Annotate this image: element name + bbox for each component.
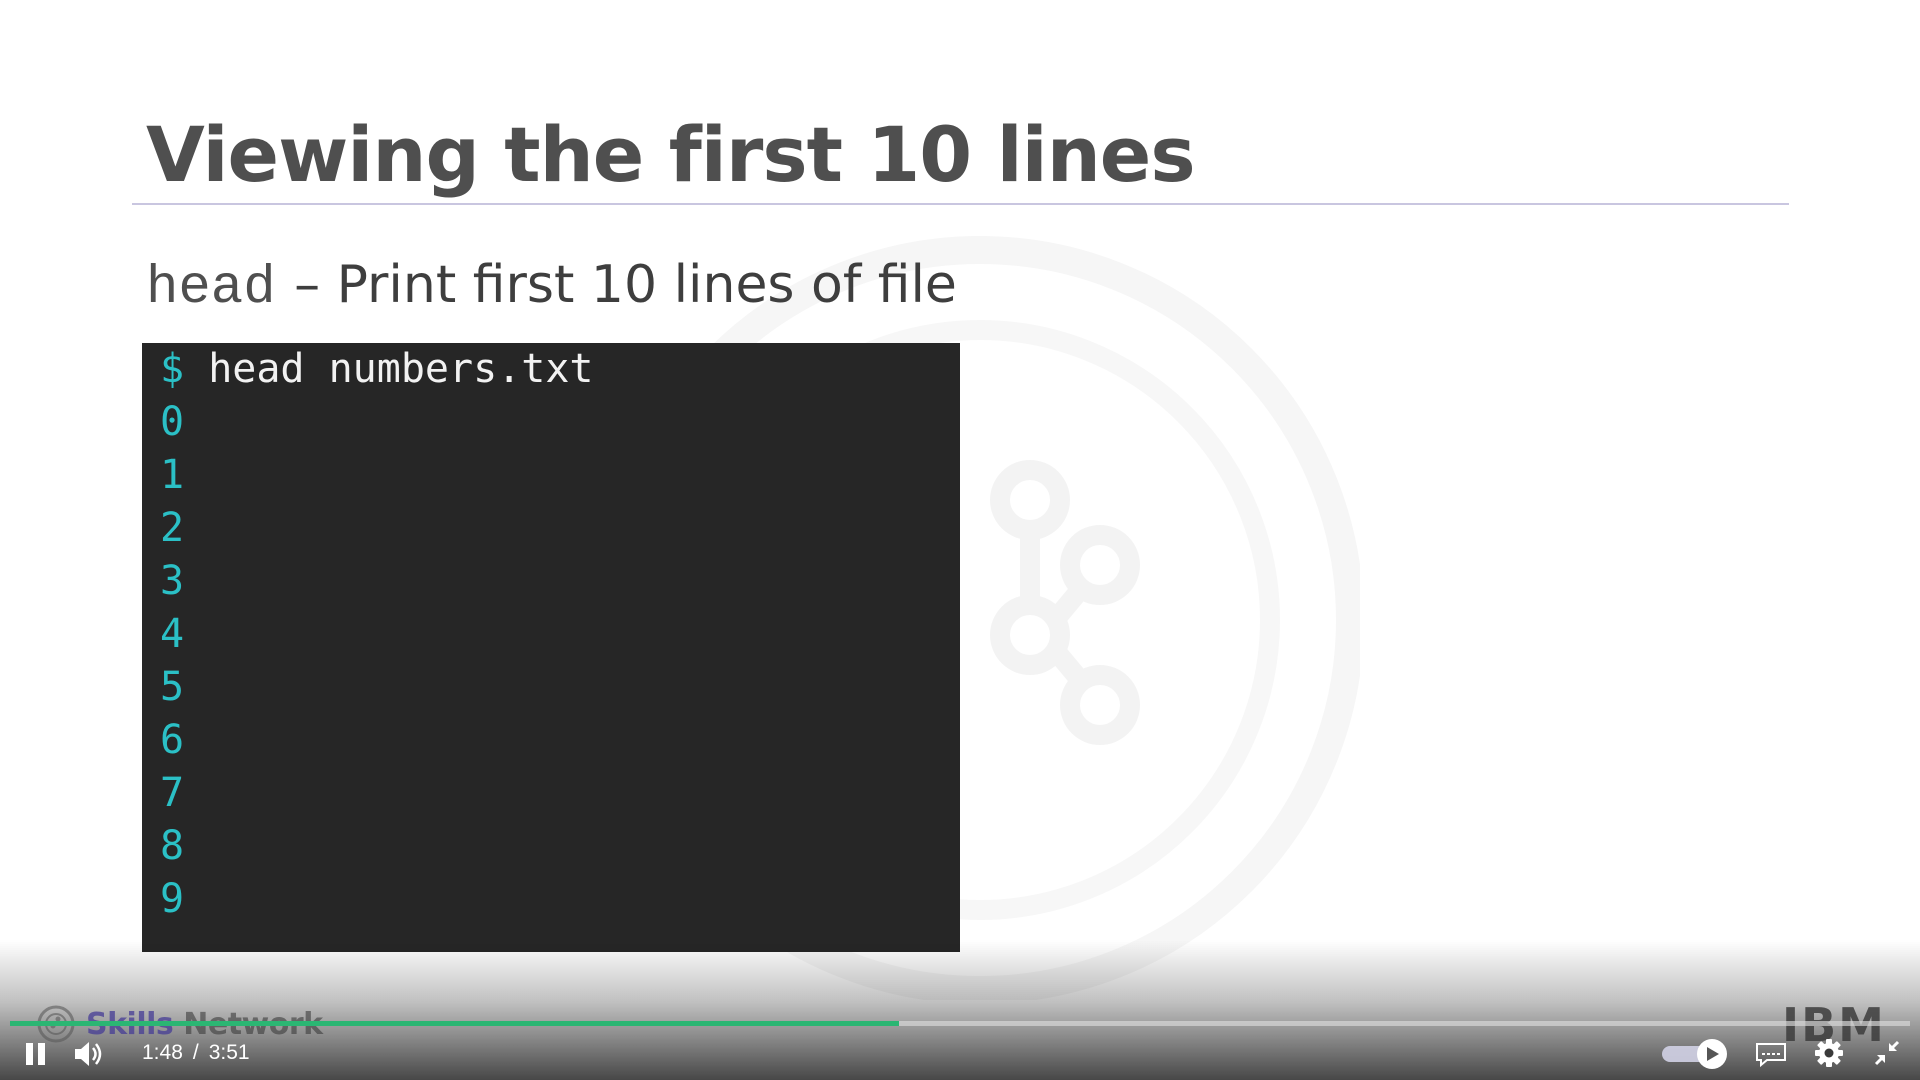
time-display: 1:48 / 3:51 — [142, 1041, 250, 1065]
terminal-window: $ head numbers.txt 0 1 2 3 4 5 6 7 8 9 — [142, 343, 960, 952]
video-progress-bar[interactable] — [10, 1021, 1910, 1026]
duration: 3:51 — [208, 1041, 250, 1064]
title-divider — [132, 203, 1789, 205]
terminal-output-line: 3 — [160, 558, 185, 604]
terminal-output-line: 5 — [160, 664, 185, 710]
captions-icon — [1756, 1043, 1786, 1067]
volume-button[interactable] — [72, 1036, 108, 1072]
command-name: head — [146, 258, 276, 319]
terminal-output-line: 8 — [160, 823, 185, 869]
current-time: 1:48 — [142, 1041, 183, 1064]
settings-button[interactable] — [1812, 1036, 1846, 1070]
command-description: head – Print first 10 lines of file — [146, 255, 957, 319]
volume-icon — [75, 1042, 102, 1066]
terminal-command-line: $ head numbers.txt — [160, 343, 594, 395]
time-separator: / — [192, 1041, 199, 1064]
slide-title: Viewing the first 10 lines — [146, 110, 1196, 199]
terminal-output-line: 6 — [160, 717, 185, 763]
exit-fullscreen-button[interactable] — [1870, 1036, 1904, 1070]
gear-icon — [1815, 1039, 1843, 1067]
exit-fullscreen-icon — [1874, 1040, 1900, 1066]
slide: Viewing the first 10 lines head – Print … — [0, 0, 1920, 1080]
terminal-command: head numbers.txt — [208, 346, 594, 392]
terminal-output-line: 2 — [160, 505, 185, 551]
pause-icon — [26, 1043, 45, 1065]
terminal-output-line: 0 — [160, 399, 185, 445]
terminal-output-line: 7 — [160, 770, 185, 816]
command-description-text: – Print first 10 lines of file — [294, 255, 957, 315]
captions-button[interactable] — [1754, 1039, 1788, 1069]
terminal-output-line: 9 — [160, 876, 185, 922]
pause-button[interactable] — [20, 1038, 52, 1070]
terminal-output-line: 4 — [160, 611, 185, 657]
autoplay-toggle-icon — [1662, 1039, 1727, 1069]
video-progress-fill — [10, 1021, 900, 1026]
terminal-prompt: $ — [160, 346, 185, 392]
terminal-output-line: 1 — [160, 452, 185, 498]
autoplay-toggle[interactable] — [1660, 1036, 1730, 1072]
